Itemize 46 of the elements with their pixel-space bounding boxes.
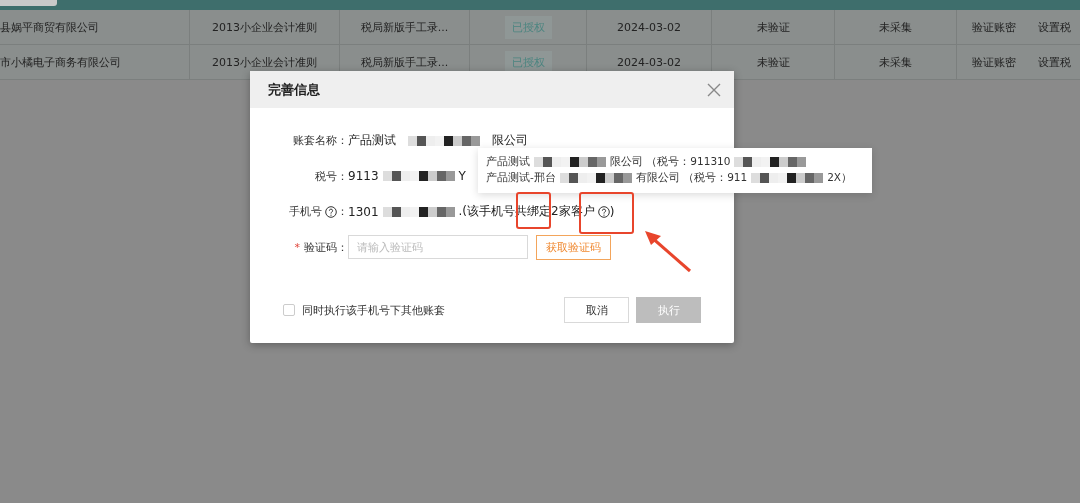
tooltip-text: 产品测试 xyxy=(486,155,530,169)
annotation-arrow xyxy=(644,230,694,275)
table-cell: 2013小企业会计准则 xyxy=(212,19,317,35)
required-mark: * xyxy=(294,240,300,254)
tooltip-text: 2X） xyxy=(827,171,853,185)
field-label: 手机号 xyxy=(289,204,322,220)
checkbox-label: 同时执行该手机号下其他账套 xyxy=(302,302,445,318)
table-cell: 县娲平商贸有限公司 xyxy=(0,19,99,35)
field-label: 账套名称： xyxy=(293,133,348,149)
table-cell: 未验证 xyxy=(756,54,790,70)
checkbox[interactable] xyxy=(283,304,295,316)
dialog-title: 完善信息 xyxy=(268,80,320,99)
table-cell: 未采集 xyxy=(879,54,912,70)
field-value: 1301 xyxy=(348,204,379,219)
help-icon[interactable] xyxy=(597,205,610,218)
table-cell: 2024-03-02 xyxy=(617,55,681,69)
table-cell: 未采集 xyxy=(879,19,912,35)
field-value: 限公司 xyxy=(492,132,528,150)
colon-text: ： xyxy=(337,204,348,220)
field-value: 9113 xyxy=(348,169,379,184)
get-code-button[interactable]: 获取验证码 xyxy=(536,234,611,260)
table-cell: 未验证 xyxy=(756,19,790,35)
status-tag: 已授权 xyxy=(504,15,552,39)
field-value: 产品测试 xyxy=(348,132,396,150)
table-cell: 市小橘电子商务有限公司 xyxy=(0,54,121,70)
tooltip-text: 有限公司 （税号：911 xyxy=(635,171,748,185)
table-cell: 2013小企业会计准则 xyxy=(212,54,317,70)
field-value: Y xyxy=(458,169,466,184)
field-label: 验证码： xyxy=(304,239,348,255)
action-link[interactable]: 设置税 xyxy=(1038,19,1071,35)
field-label: 税号： xyxy=(315,168,348,184)
field-value: ) xyxy=(609,204,615,219)
table-cell: 税局新版手工录... xyxy=(360,19,449,35)
help-icon[interactable] xyxy=(325,205,337,218)
tooltip-text: 限公司 （税号：911310 xyxy=(610,155,731,169)
table-cell: 税局新版手工录... xyxy=(360,54,449,70)
action-link[interactable]: 验证账密 xyxy=(972,54,1016,70)
tooltip-text: 产品测试-邢台 xyxy=(486,171,556,185)
action-link[interactable]: 验证账密 xyxy=(972,19,1016,35)
redaction-mosaic xyxy=(534,157,606,167)
status-tag: 已授权 xyxy=(504,50,552,74)
table-cell: 2024-03-02 xyxy=(617,20,681,34)
close-icon[interactable] xyxy=(707,82,721,97)
redaction-mosaic xyxy=(408,135,480,146)
dialog-button[interactable]: 取消 xyxy=(564,297,629,323)
action-link[interactable]: 设置税 xyxy=(1038,54,1071,70)
